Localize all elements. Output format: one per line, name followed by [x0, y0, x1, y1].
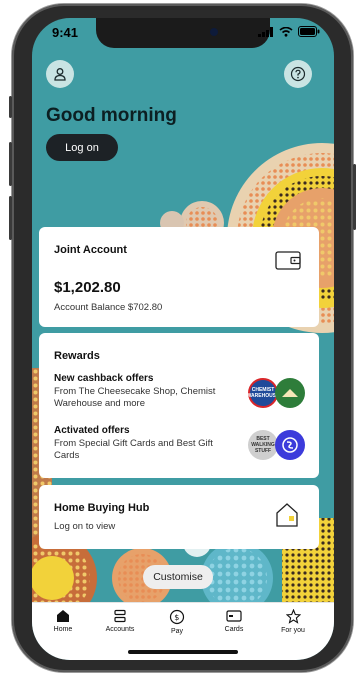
rewards-card: Rewards New cashback offers From The Che… — [39, 333, 319, 478]
available-balance-text: Account Balance $702.80 — [54, 302, 163, 313]
signal-icon — [258, 26, 273, 37]
special-gift-card-logo — [275, 430, 305, 460]
home-buying-hub-card[interactable]: Home Buying Hub Log on to view — [39, 485, 319, 549]
pay-icon: $ — [169, 609, 185, 625]
volume-down-button — [9, 196, 12, 240]
account-balance: $1,202.80 — [54, 279, 121, 296]
tab-pay[interactable]: $ Pay — [149, 609, 205, 635]
house-icon — [276, 503, 298, 527]
svg-text:$: $ — [174, 613, 179, 622]
person-icon — [54, 68, 66, 81]
mute-switch — [9, 96, 12, 118]
chemist-warehouse-logo: CHEMIST WAREHOUSE — [247, 378, 279, 408]
app-screen: 9:41 Good morning Log on Joint Account $… — [32, 18, 334, 660]
home-indicator — [128, 650, 238, 654]
wallet-icon — [275, 251, 301, 270]
cheesecake-icon — [282, 389, 298, 397]
tab-cards[interactable]: Cards — [206, 609, 262, 633]
gift-swirl-icon — [282, 437, 298, 453]
home-icon — [57, 610, 69, 622]
greeting-heading: Good morning — [46, 105, 177, 126]
tab-label: Cards — [224, 626, 244, 633]
power-button — [353, 164, 356, 230]
star-icon — [285, 609, 301, 624]
rewards-title: Rewards — [54, 350, 100, 362]
profile-button[interactable] — [46, 60, 74, 88]
gift-card-logo-text: BEST WALKING STUFF — [251, 436, 275, 454]
offer-title: New cashback offers — [54, 373, 154, 384]
phone-frame: 9:41 Good morning Log on Joint Account $… — [9, 4, 356, 672]
tab-label: Pay — [170, 628, 184, 635]
offer-description: From Special Gift Cards and Best Gift Ca… — [54, 438, 213, 461]
tab-label: Accounts — [105, 626, 135, 633]
offer-description: From The Cheesecake Shop, Chemist Wareho… — [54, 386, 216, 409]
status-icons — [258, 26, 320, 37]
tab-accounts[interactable]: Accounts — [92, 609, 148, 633]
account-title: Joint Account — [54, 244, 127, 256]
home-buying-subtitle: Log on to view — [54, 521, 116, 532]
tab-label: Home — [53, 626, 73, 633]
customise-button[interactable]: Customise — [143, 565, 213, 589]
tab-label: For you — [281, 627, 305, 634]
notch — [96, 18, 270, 48]
help-button[interactable] — [284, 60, 312, 88]
log-on-button[interactable]: Log on — [46, 134, 118, 161]
status-time: 9:41 — [52, 25, 79, 40]
camera — [210, 28, 218, 36]
battery-icon — [298, 26, 320, 37]
cards-icon — [226, 610, 242, 622]
wifi-icon — [279, 26, 293, 37]
tab-home[interactable]: Home — [35, 609, 91, 633]
volume-up-button — [9, 142, 12, 186]
tab-for-you[interactable]: For you — [265, 609, 321, 634]
accounts-icon — [114, 609, 126, 623]
cheesecake-shop-logo — [275, 378, 305, 408]
help-icon — [290, 66, 306, 82]
gift-card-logo: BEST WALKING STUFF — [248, 430, 278, 460]
joint-account-card[interactable]: Joint Account $1,202.80 Account Balance … — [39, 227, 319, 327]
offer-title: Activated offers — [54, 425, 130, 436]
home-buying-title: Home Buying Hub — [54, 502, 150, 514]
